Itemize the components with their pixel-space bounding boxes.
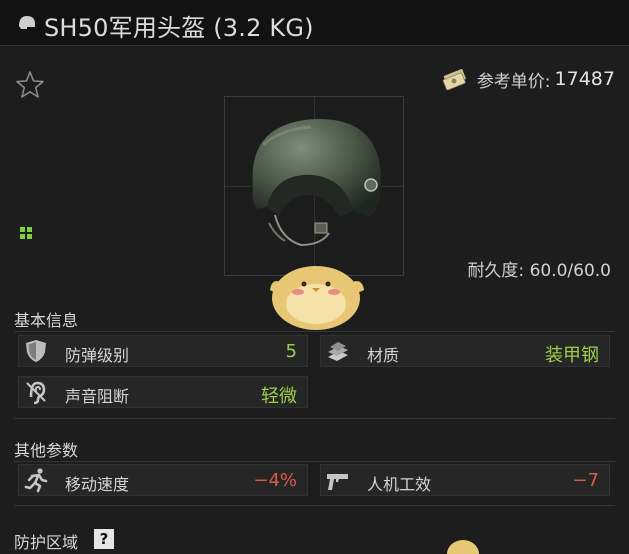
material-icon bbox=[328, 342, 348, 361]
price-label: 参考单价: bbox=[476, 71, 551, 92]
stat-value: 轻微 bbox=[261, 386, 297, 407]
star-icon[interactable] bbox=[14, 69, 46, 101]
stat-label: 人机工效 bbox=[367, 475, 432, 494]
stat-label: 声音阻断 bbox=[65, 387, 130, 406]
stat-value: −4% bbox=[253, 470, 297, 491]
section-protection-area: 防护区域 bbox=[14, 533, 79, 552]
stat-sound-block: 声音阻断 轻微 bbox=[18, 376, 308, 408]
section-basic-info: 基本信息 bbox=[14, 311, 79, 330]
pistol-icon bbox=[327, 474, 348, 490]
stat-value: 5 bbox=[285, 341, 297, 362]
stat-value: −7 bbox=[572, 470, 599, 491]
stat-material: 材质 装甲钢 bbox=[320, 335, 610, 367]
stat-label: 材质 bbox=[367, 346, 400, 365]
section-divider bbox=[14, 505, 615, 506]
stat-label: 防弹级别 bbox=[65, 346, 130, 365]
help-button[interactable]: ? bbox=[94, 529, 114, 549]
price-value: 17487 bbox=[554, 68, 615, 90]
running-icon bbox=[24, 468, 48, 493]
mascot-sticker-fragment-image bbox=[447, 540, 479, 554]
section-other-params: 其他参数 bbox=[14, 441, 79, 460]
window-title: SH50军用头盔 (3.2 KG) bbox=[44, 14, 314, 42]
durability-text: 耐久度: 60.0/60.0 bbox=[467, 261, 611, 281]
money-icon bbox=[442, 68, 466, 90]
stat-ergonomics: 人机工效 −7 bbox=[320, 464, 610, 496]
stat-move-speed: 移动速度 −4% bbox=[18, 464, 308, 496]
section-divider bbox=[14, 418, 615, 419]
stat-armor-class: 防弹级别 5 bbox=[18, 335, 308, 367]
mascot-sticker-image bbox=[270, 266, 364, 330]
slot-grid-icon bbox=[20, 227, 32, 239]
section-divider bbox=[14, 331, 615, 332]
helmet-icon bbox=[19, 16, 35, 29]
section-divider bbox=[14, 461, 615, 462]
helmet-image bbox=[252, 118, 382, 247]
stat-label: 移动速度 bbox=[65, 475, 130, 494]
shield-icon bbox=[26, 340, 46, 362]
stat-value: 装甲钢 bbox=[545, 345, 599, 366]
ear-icon bbox=[26, 381, 46, 405]
price-display: 参考单价: 17487 bbox=[441, 66, 615, 92]
title-bar: SH50军用头盔 (3.2 KG) bbox=[0, 0, 629, 46]
